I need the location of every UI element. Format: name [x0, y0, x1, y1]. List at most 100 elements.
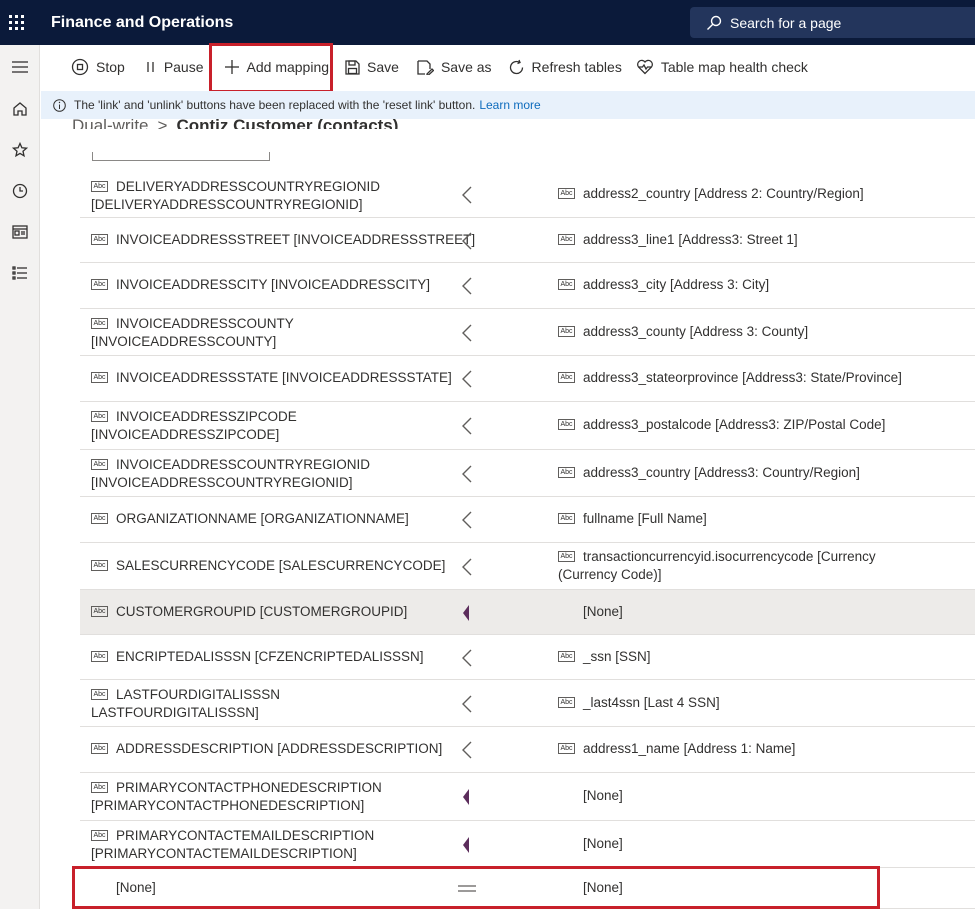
sync-direction-left-icon[interactable] — [460, 276, 474, 299]
sync-direction-left-icon[interactable] — [460, 369, 474, 392]
source-field-schema-name: [PRIMARYCONTACTPHONEDESCRIPTION] — [91, 798, 365, 813]
source-field[interactable]: Abc INVOICEADDRESSSTATE [INVOICEADDRESSST… — [91, 369, 452, 387]
new-mapping-highlight — [72, 866, 880, 909]
source-field[interactable]: Abc INVOICEADDRESSZIPCODE [INVOICEADDRESSZ… — [91, 408, 297, 444]
mapping-row[interactable]: Abc SALESCURRENCYCODE [SALESCURRENCYCODE]… — [80, 543, 975, 590]
string-type-icon: Abc — [558, 697, 575, 708]
app-launcher-icon[interactable] — [0, 0, 32, 45]
destination-field[interactable]: Abc address3_line1 [Address3: Street 1] — [558, 231, 798, 249]
mapping-row[interactable]: Abc INVOICEADDRESSCOUNTY [INVOICEADDRESSCO… — [80, 309, 975, 356]
source-field[interactable]: Abc INVOICEADDRESSSTREET [INVOICEADDRESSS… — [91, 231, 475, 249]
breadcrumb-parent[interactable]: Dual-write — [72, 116, 149, 129]
source-field[interactable]: Abc SALESCURRENCYCODE [SALESCURRENCYCODE] — [91, 557, 445, 575]
sync-direction-filled-icon[interactable] — [460, 603, 474, 626]
mapping-row[interactable]: Abc ADDRESSDESCRIPTION [ADDRESSDESCRIPTIO… — [80, 727, 975, 773]
home-icon[interactable] — [0, 88, 40, 129]
source-field[interactable]: Abc DELIVERYADDRESSCOUNTRYREGIONID [DELIVE… — [91, 178, 380, 214]
destination-field[interactable]: Abc address3_county [Address 3: County] — [558, 323, 808, 341]
save-button[interactable]: Save — [339, 45, 405, 89]
source-field[interactable]: Abc INVOICEADDRESSCOUNTRYREGIONID [INVOICE… — [91, 456, 370, 492]
mapping-row[interactable]: Abc INVOICEADDRESSZIPCODE [INVOICEADDRESSZ… — [80, 402, 975, 450]
sync-direction-left-icon[interactable] — [460, 231, 474, 254]
source-field[interactable]: Abc PRIMARYCONTACTPHONEDESCRIPTION [PRIMAR… — [91, 779, 382, 815]
mapping-row[interactable]: Abc CUSTOMERGROUPID [CUSTOMERGROUPID] [Non… — [80, 590, 975, 635]
search-input[interactable]: Search for a page — [690, 7, 975, 38]
source-field-label: ENCRIPTEDALISSSN [CFZENCRIPTEDALISSSN] — [116, 648, 424, 666]
destination-field[interactable]: [None] — [583, 835, 623, 853]
destination-field[interactable]: Abc _last4ssn [Last 4 SSN] — [558, 694, 720, 712]
destination-field[interactable]: Abc transactioncurrencyid.isocurrencycode… — [558, 548, 876, 584]
sync-direction-left-icon[interactable] — [460, 557, 474, 580]
workspaces-icon[interactable] — [0, 211, 40, 252]
destination-field-label: [None] — [583, 787, 623, 805]
source-field[interactable]: Abc ENCRIPTEDALISSSN [CFZENCRIPTEDALISSSN… — [91, 648, 424, 666]
destination-field[interactable]: Abc address3_city [Address 3: City] — [558, 276, 769, 294]
sync-direction-left-icon[interactable] — [460, 464, 474, 487]
string-type-icon: Abc — [91, 743, 108, 754]
source-field[interactable]: Abc PRIMARYCONTACTEMAILDESCRIPTION [PRIMAR… — [91, 827, 374, 863]
save-as-icon — [417, 59, 434, 75]
health-check-heart-icon — [636, 59, 653, 75]
sync-direction-left-icon[interactable] — [460, 323, 474, 346]
source-field[interactable]: Abc LASTFOURDIGITALISSSN LASTFOURDIGITALIS… — [91, 686, 280, 722]
sync-direction-left-icon[interactable] — [460, 648, 474, 671]
mapping-row[interactable]: Abc INVOICEADDRESSSTATE [INVOICEADDRESSST… — [80, 356, 975, 402]
mapping-row[interactable]: Abc INVOICEADDRESSCITY [INVOICEADDRESSCIT… — [80, 263, 975, 309]
mapping-row[interactable]: Abc PRIMARYCONTACTPHONEDESCRIPTION [PRIMAR… — [80, 773, 975, 821]
destination-field-name: fullname [Full Name] — [583, 511, 707, 526]
save-as-button[interactable]: Save as — [411, 45, 498, 89]
mapping-row[interactable]: Abc PRIMARYCONTACTEMAILDESCRIPTION [PRIMAR… — [80, 821, 975, 868]
mapping-row[interactable]: Abc INVOICEADDRESSSTREET [INVOICEADDRESSS… — [80, 218, 975, 263]
source-field-label: PRIMARYCONTACTEMAILDESCRIPTION [PRIMARYCO… — [91, 827, 374, 863]
sync-direction-filled-icon[interactable] — [460, 835, 474, 858]
string-type-icon: Abc — [558, 234, 575, 245]
add-mapping-highlight — [209, 43, 333, 93]
mapping-row[interactable]: Abc INVOICEADDRESSCOUNTRYREGIONID [INVOICE… — [80, 450, 975, 497]
destination-field[interactable]: Abc address2_country [Address 2: Country/… — [558, 185, 864, 203]
sync-direction-left-icon[interactable] — [460, 740, 474, 763]
destination-field-label: _ssn [SSN] — [583, 648, 651, 666]
refresh-tables-button[interactable]: Refresh tables — [502, 45, 628, 89]
destination-field[interactable]: Abc fullname [Full Name] — [558, 510, 707, 528]
source-field[interactable]: Abc ADDRESSDESCRIPTION [ADDRESSDESCRIPTIO… — [91, 740, 442, 758]
sync-direction-left-icon[interactable] — [460, 694, 474, 717]
pause-button[interactable]: Pause — [139, 45, 210, 89]
sync-direction-left-icon[interactable] — [460, 510, 474, 533]
learn-more-link[interactable]: Learn more — [479, 98, 540, 112]
info-message: The 'link' and 'unlink' buttons have bee… — [74, 98, 476, 112]
modules-list-icon[interactable] — [0, 252, 40, 293]
destination-field-label: address3_country [Address3: Country/Regi… — [583, 464, 860, 482]
source-field[interactable]: Abc ORGANIZATIONNAME [ORGANIZATIONNAME] — [91, 510, 409, 528]
destination-field[interactable]: Abc address3_postalcode [Address3: ZIP/Po… — [558, 416, 885, 434]
sync-direction-filled-icon[interactable] — [460, 787, 474, 810]
source-field-label: LASTFOURDIGITALISSSN LASTFOURDIGITALISSSN… — [91, 686, 280, 722]
source-field[interactable]: Abc INVOICEADDRESSCITY [INVOICEADDRESSCIT… — [91, 276, 430, 294]
destination-field-name: address2_country [Address 2: Country/Reg… — [583, 186, 864, 201]
destination-field-name: _last4ssn [Last 4 SSN] — [583, 695, 720, 710]
favorites-star-icon[interactable] — [0, 129, 40, 170]
mapping-row[interactable]: Abc LASTFOURDIGITALISSSN LASTFOURDIGITALIS… — [80, 680, 975, 727]
source-field[interactable]: Abc INVOICEADDRESSCOUNTY [INVOICEADDRESSCO… — [91, 315, 294, 351]
health-check-button[interactable]: Table map health check — [630, 45, 814, 89]
mapping-row[interactable]: Abc DELIVERYADDRESSCOUNTRYREGIONID [DELIVE… — [80, 172, 975, 218]
destination-field[interactable]: [None] — [583, 787, 623, 805]
recent-clock-icon[interactable] — [0, 170, 40, 211]
source-field-name: INVOICEADDRESSCOUNTY — [116, 316, 294, 331]
destination-field[interactable]: [None] — [583, 603, 623, 621]
menu-icon[interactable] — [0, 45, 40, 88]
source-field[interactable]: Abc CUSTOMERGROUPID [CUSTOMERGROUPID] — [91, 603, 407, 621]
mapping-row[interactable]: Abc ORGANIZATIONNAME [ORGANIZATIONNAME] Ab… — [80, 497, 975, 543]
destination-field[interactable]: Abc _ssn [SSN] — [558, 648, 651, 666]
stop-icon — [71, 58, 89, 76]
sync-direction-left-icon[interactable] — [460, 416, 474, 439]
sync-direction-left-icon[interactable] — [460, 185, 474, 208]
source-field-label: PRIMARYCONTACTPHONEDESCRIPTION [PRIMARYCO… — [91, 779, 382, 815]
source-field-name: ORGANIZATIONNAME [ORGANIZATIONNAME] — [116, 511, 409, 526]
mapping-row[interactable]: Abc ENCRIPTEDALISSSN [CFZENCRIPTEDALISSSN… — [80, 635, 975, 680]
string-type-icon: Abc — [91, 459, 108, 470]
destination-field[interactable]: Abc address3_country [Address3: Country/R… — [558, 464, 860, 482]
source-field-label: INVOICEADDRESSCITY [INVOICEADDRESSCITY] — [116, 276, 430, 294]
destination-field[interactable]: Abc address1_name [Address 1: Name] — [558, 740, 795, 758]
destination-field[interactable]: Abc address3_stateorprovince [Address3: S… — [558, 369, 902, 387]
stop-button[interactable]: Stop — [65, 45, 131, 89]
